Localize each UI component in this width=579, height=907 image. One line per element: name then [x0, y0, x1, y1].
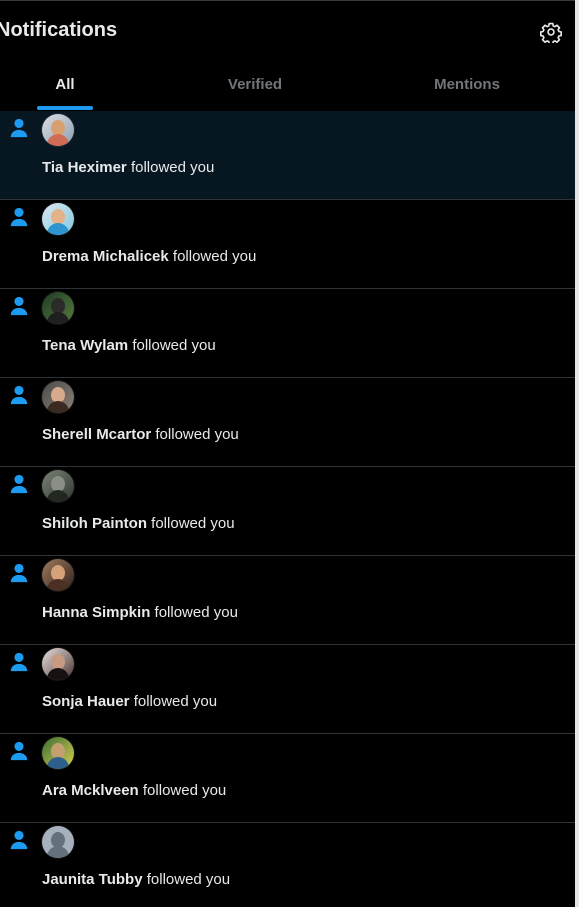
- tab-mentions[interactable]: Mentions: [402, 67, 532, 111]
- avatar-body: [47, 846, 69, 858]
- notification-item[interactable]: Hanna Simpkin followed you: [0, 556, 575, 645]
- notification-item[interactable]: Ara Mcklveen followed you: [0, 734, 575, 823]
- avatar[interactable]: [42, 203, 74, 235]
- tab-mentions-label: Mentions: [434, 76, 500, 93]
- tab-all[interactable]: All: [0, 67, 130, 111]
- notification-text: Ara Mcklveen followed you: [42, 782, 226, 800]
- notification-item[interactable]: Sonja Hauer followed you: [0, 645, 575, 734]
- person-icon: [10, 563, 28, 583]
- gear-icon[interactable]: [540, 21, 562, 43]
- avatar-body: [47, 668, 69, 680]
- avatar[interactable]: [42, 559, 74, 591]
- follower-name[interactable]: Shiloh Painton: [42, 515, 147, 532]
- person-icon: [10, 741, 28, 761]
- notification-action: followed you: [142, 782, 227, 799]
- notification-list: Tia Heximer followed you Drema Michalice…: [0, 111, 575, 907]
- notification-item[interactable]: Shiloh Painton followed you: [0, 467, 575, 556]
- follower-name[interactable]: Ara Mcklveen: [42, 782, 139, 799]
- notification-action: followed you: [130, 159, 215, 176]
- person-icon: [10, 830, 28, 850]
- notification-text: Jaunita Tubby followed you: [42, 871, 230, 889]
- follower-name[interactable]: Sherell Mcartor: [42, 426, 151, 443]
- follower-name[interactable]: Tena Wylam: [42, 337, 128, 354]
- follower-name[interactable]: Hanna Simpkin: [42, 604, 150, 621]
- avatar[interactable]: [42, 114, 74, 146]
- notification-action: followed you: [154, 604, 238, 621]
- tab-verified[interactable]: Verified: [190, 67, 320, 111]
- notifications-header: Notifications All Verified Mentions: [0, 0, 575, 112]
- person-icon: [10, 207, 28, 227]
- avatar-body: [47, 757, 69, 769]
- avatar-body: [47, 401, 69, 413]
- notification-action: followed you: [172, 248, 257, 265]
- notification-text: Sherell Mcartor followed you: [42, 426, 239, 444]
- avatar[interactable]: [42, 648, 74, 680]
- follower-name[interactable]: Tia Heximer: [42, 159, 127, 176]
- tab-verified-label: Verified: [227, 76, 283, 93]
- notification-text: Hanna Simpkin followed you: [42, 604, 238, 622]
- notification-action: followed you: [132, 337, 216, 354]
- selected-tab-underline: [37, 106, 93, 110]
- notification-action: followed you: [133, 693, 218, 710]
- notification-item[interactable]: Tena Wylam followed you: [0, 289, 575, 378]
- person-icon: [10, 296, 28, 316]
- avatar-body: [47, 490, 69, 502]
- notification-text: Drema Michalicek followed you: [42, 248, 256, 266]
- person-icon: [10, 474, 28, 494]
- notification-text: Shiloh Painton followed you: [42, 515, 235, 533]
- notification-text: Sonja Hauer followed you: [42, 693, 217, 711]
- notification-action: followed you: [155, 426, 239, 443]
- avatar-body: [47, 579, 69, 591]
- default-avatar[interactable]: [42, 826, 74, 858]
- tab-all-label: All: [55, 76, 75, 93]
- notification-action: followed you: [146, 871, 231, 888]
- notifications-tabs: All Verified Mentions: [0, 67, 575, 112]
- person-icon: [10, 652, 28, 672]
- notification-action: followed you: [151, 515, 235, 532]
- notifications-page: Notifications All Verified Mentions Tia …: [0, 0, 579, 907]
- window-right-edge: [575, 0, 579, 907]
- avatar[interactable]: [42, 470, 74, 502]
- follower-name[interactable]: Jaunita Tubby: [42, 871, 143, 888]
- avatar[interactable]: [42, 381, 74, 413]
- avatar-body: [47, 312, 69, 324]
- follower-name[interactable]: Sonja Hauer: [42, 693, 130, 710]
- avatar-body: [47, 223, 69, 235]
- notification-item[interactable]: Tia Heximer followed you: [0, 111, 575, 200]
- notification-item[interactable]: Drema Michalicek followed you: [0, 200, 575, 289]
- notification-item[interactable]: Sherell Mcartor followed you: [0, 378, 575, 467]
- notification-text: Tia Heximer followed you: [42, 159, 214, 177]
- person-icon: [10, 385, 28, 405]
- avatar-body: [47, 134, 69, 146]
- person-icon: [10, 118, 28, 138]
- notification-item[interactable]: Jaunita Tubby followed you: [0, 823, 575, 907]
- notification-text: Tena Wylam followed you: [42, 337, 216, 355]
- follower-name[interactable]: Drema Michalicek: [42, 248, 169, 265]
- page-title: Notifications: [0, 19, 118, 41]
- avatar[interactable]: [42, 292, 74, 324]
- avatar[interactable]: [42, 737, 74, 769]
